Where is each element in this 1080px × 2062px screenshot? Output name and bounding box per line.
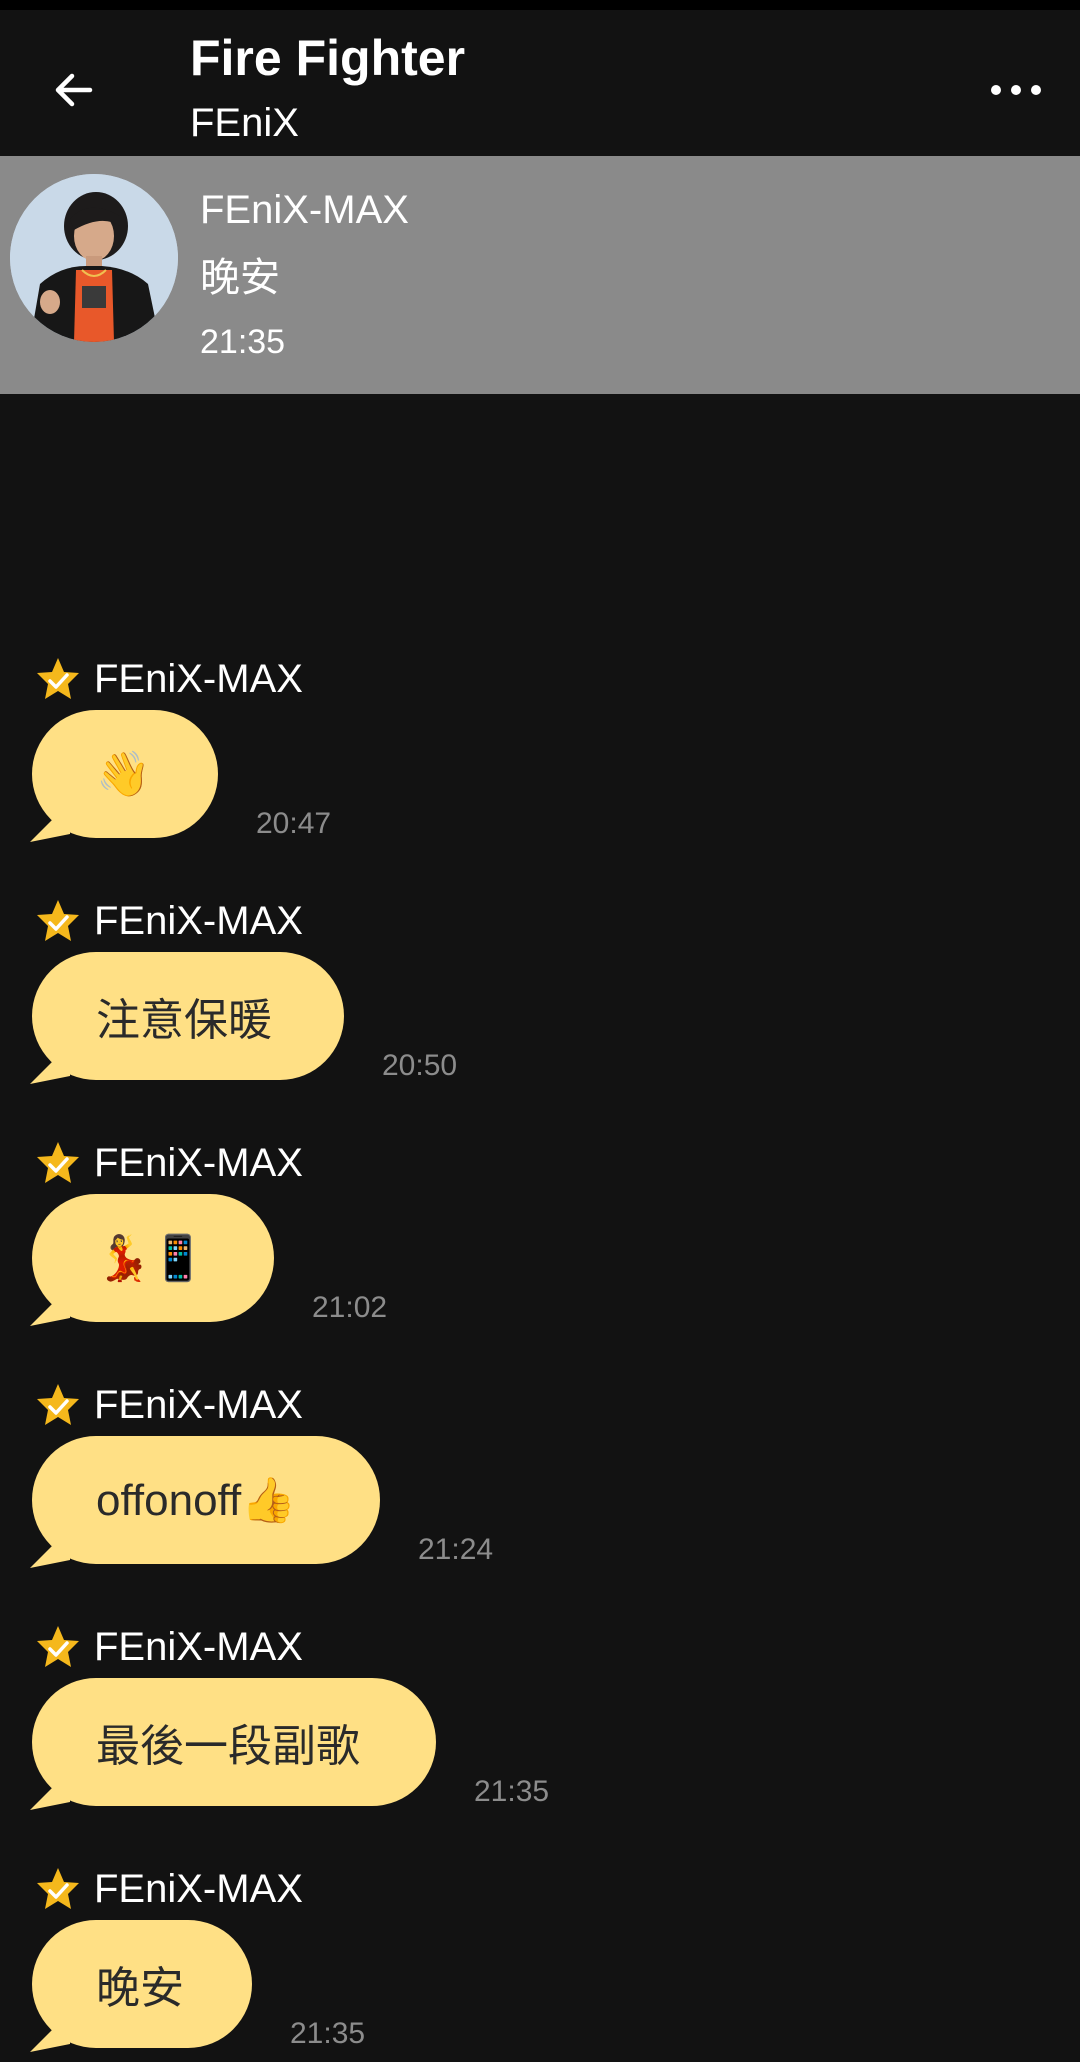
message-time: 21:35 [474,1775,550,1808]
sender-row: FEniX-MAX [34,896,303,946]
message-sender: FEniX-MAX [94,1141,303,1185]
message-text: 晚安 [96,1964,184,2013]
message-bubble[interactable]: 👋 [32,710,218,838]
message-time: 21:35 [290,2017,366,2050]
message-bubble[interactable]: 最後一段副歌 [32,1678,436,1806]
star-check-icon [37,900,79,941]
message-item: FEniX-MAX 👋 20:47 [0,654,1080,874]
message-sender: FEniX-MAX [94,657,303,701]
message-item: FEniX-MAX 最後一段副歌 21:35 [0,1622,1080,1842]
star-check-icon [37,1384,79,1425]
message-text: 注意保暖 [96,996,272,1045]
message-list: FEniX-MAX 👋 20:47 FEniX-MAX 注意保暖 20:50 F… [0,0,1080,2062]
star-check-icon [37,1626,79,1667]
sender-row: FEniX-MAX [34,1622,303,1672]
message-sender: FEniX-MAX [94,899,303,943]
message-text: 最後一段副歌 [96,1722,360,1771]
sender-row: FEniX-MAX [34,1380,303,1430]
message-time: 20:47 [256,807,332,840]
sender-row: FEniX-MAX [34,1864,303,1914]
message-time: 20:50 [382,1049,458,1082]
sender-row: FEniX-MAX [34,1138,303,1188]
star-check-icon [37,658,79,699]
message-item: FEniX-MAX 晚安 21:35 [0,1864,1080,2062]
message-sender: FEniX-MAX [94,1383,303,1427]
message-time: 21:24 [418,1533,494,1566]
chat-screen: Fire Fighter FEniX FEniX-MAX 晚安 21:35 FE… [0,0,1080,2062]
message-bubble[interactable]: 晚安 [32,1920,252,2048]
message-bubble[interactable]: 💃📱 [32,1194,274,1322]
message-text: offonoff👍 [96,1476,296,1525]
message-text: 💃📱 [96,1233,206,1284]
message-sender: FEniX-MAX [94,1867,303,1911]
star-check-icon [37,1868,79,1909]
message-bubble[interactable]: offonoff👍 [32,1436,380,1564]
message-sender: FEniX-MAX [94,1625,303,1669]
sender-row: FEniX-MAX [34,654,303,704]
message-text: 👋 [96,749,151,800]
message-item: FEniX-MAX 注意保暖 20:50 [0,896,1080,1116]
message-item: FEniX-MAX 💃📱 21:02 [0,1138,1080,1358]
star-check-icon [37,1142,79,1183]
message-bubble[interactable]: 注意保暖 [32,952,344,1080]
message-item: FEniX-MAX offonoff👍 21:24 [0,1380,1080,1600]
message-time: 21:02 [312,1291,388,1324]
